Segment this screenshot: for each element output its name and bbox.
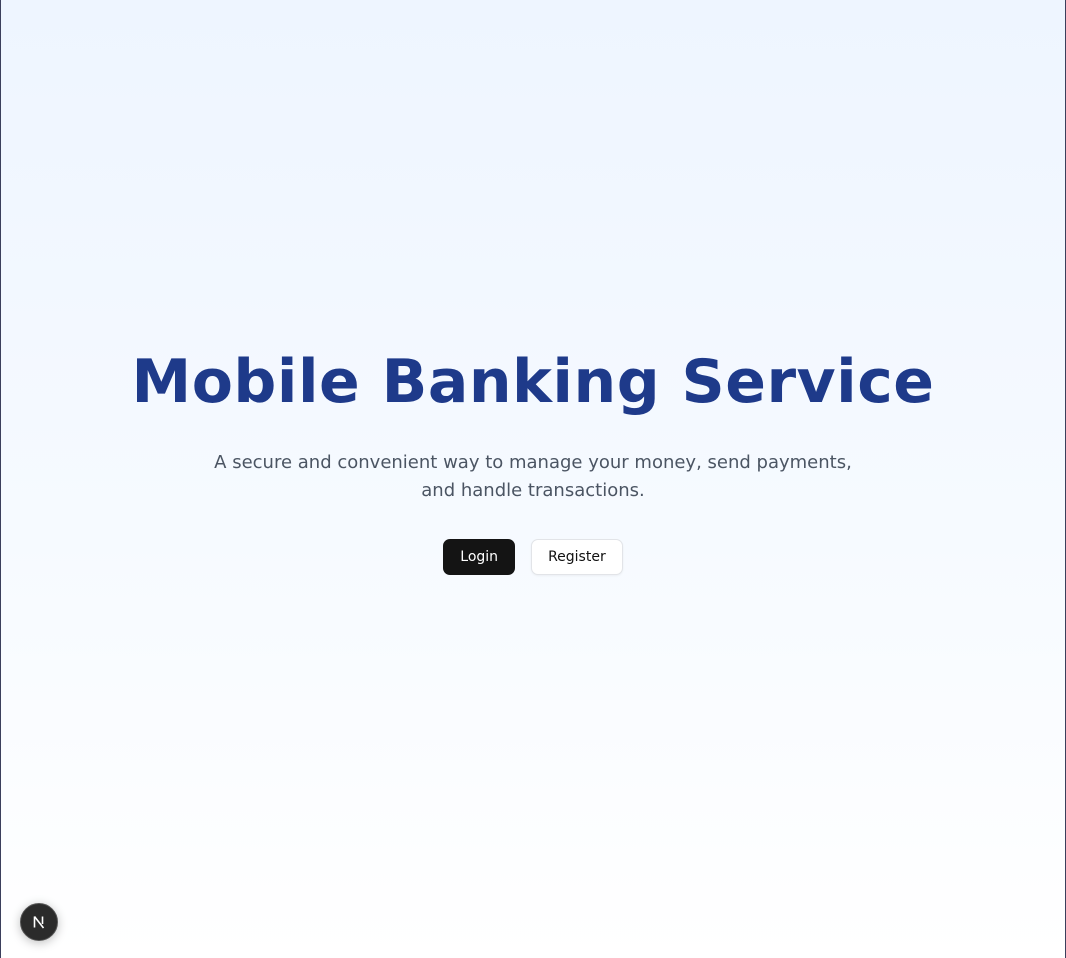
nextjs-logo-icon [33,916,45,929]
hero-subtitle: A secure and convenient way to manage yo… [214,452,852,501]
nextjs-dev-indicator-button[interactable] [20,903,58,941]
page-title: Mobile Banking Service [131,347,935,417]
register-button[interactable]: Register [531,539,623,575]
hero-actions: Login Register [443,539,623,575]
hero-section: Mobile Banking Service A secure and conv… [0,0,1066,958]
login-button[interactable]: Login [443,539,516,575]
